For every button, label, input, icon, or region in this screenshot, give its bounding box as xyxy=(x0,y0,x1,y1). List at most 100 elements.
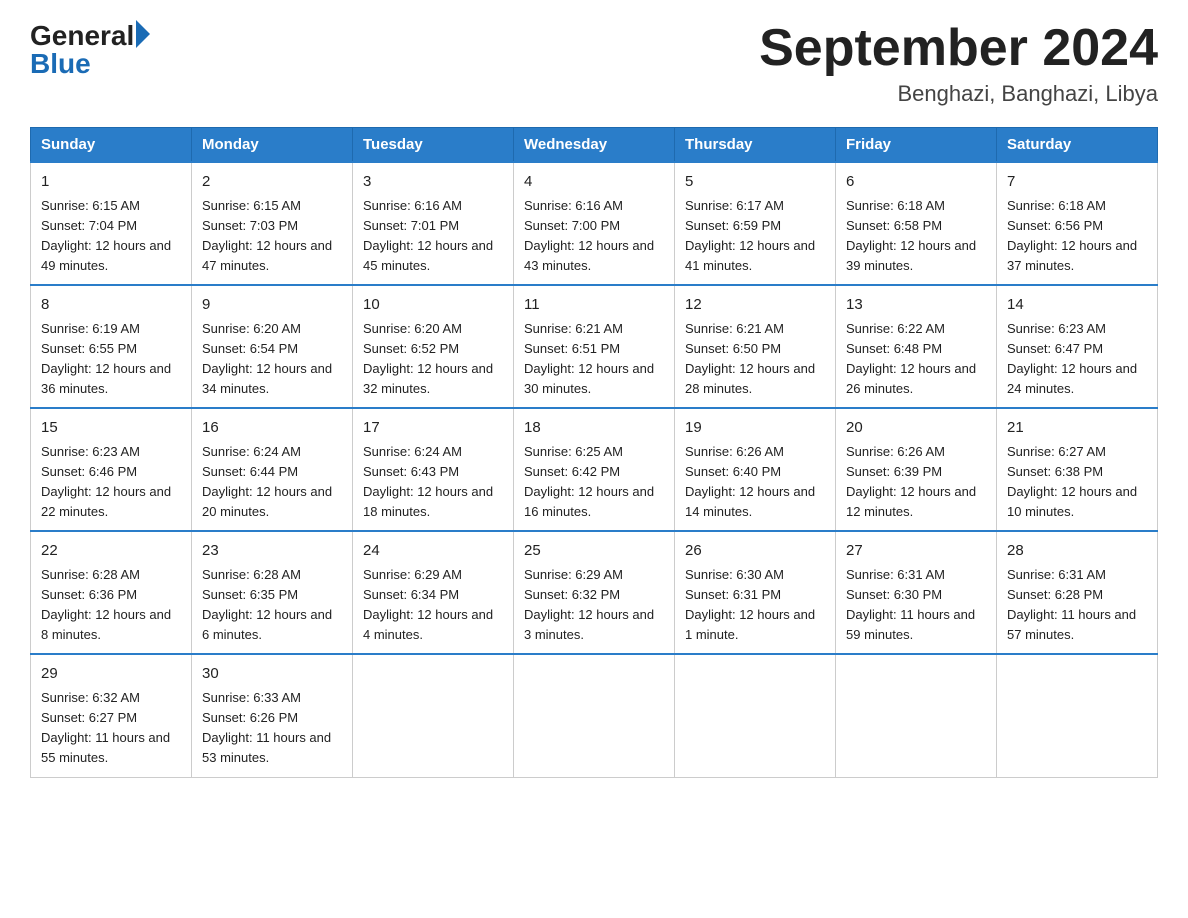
day-number: 9 xyxy=(202,294,342,317)
day-number: 24 xyxy=(363,540,503,563)
calendar-cell: 17 Sunrise: 6:24 AMSunset: 6:43 PMDayligh… xyxy=(353,408,514,531)
day-info: Sunrise: 6:23 AMSunset: 6:46 PMDaylight:… xyxy=(41,444,171,519)
day-number: 15 xyxy=(41,417,181,440)
day-number: 6 xyxy=(846,171,986,194)
calendar-cell xyxy=(836,654,997,777)
day-info: Sunrise: 6:16 AMSunset: 7:00 PMDaylight:… xyxy=(524,198,654,273)
calendar-cell xyxy=(997,654,1158,777)
day-number: 21 xyxy=(1007,417,1147,440)
calendar-cell: 6 Sunrise: 6:18 AMSunset: 6:58 PMDaylight… xyxy=(836,162,997,285)
calendar-cell xyxy=(353,654,514,777)
day-info: Sunrise: 6:20 AMSunset: 6:52 PMDaylight:… xyxy=(363,321,493,396)
day-info: Sunrise: 6:28 AMSunset: 6:36 PMDaylight:… xyxy=(41,567,171,642)
month-title: September 2024 xyxy=(759,20,1158,77)
calendar-cell: 12 Sunrise: 6:21 AMSunset: 6:50 PMDayligh… xyxy=(675,285,836,408)
day-number: 2 xyxy=(202,171,342,194)
calendar-cell: 5 Sunrise: 6:17 AMSunset: 6:59 PMDaylight… xyxy=(675,162,836,285)
calendar-cell: 30 Sunrise: 6:33 AMSunset: 6:26 PMDayligh… xyxy=(192,654,353,777)
calendar-table: SundayMondayTuesdayWednesdayThursdayFrid… xyxy=(30,127,1158,777)
calendar-cell: 1 Sunrise: 6:15 AMSunset: 7:04 PMDaylight… xyxy=(31,162,192,285)
day-info: Sunrise: 6:16 AMSunset: 7:01 PMDaylight:… xyxy=(363,198,493,273)
week-row-4: 22 Sunrise: 6:28 AMSunset: 6:36 PMDayligh… xyxy=(31,531,1158,654)
day-number: 22 xyxy=(41,540,181,563)
day-info: Sunrise: 6:21 AMSunset: 6:51 PMDaylight:… xyxy=(524,321,654,396)
header-row: SundayMondayTuesdayWednesdayThursdayFrid… xyxy=(31,128,1158,163)
calendar-cell: 26 Sunrise: 6:30 AMSunset: 6:31 PMDayligh… xyxy=(675,531,836,654)
day-number: 25 xyxy=(524,540,664,563)
day-info: Sunrise: 6:21 AMSunset: 6:50 PMDaylight:… xyxy=(685,321,815,396)
day-number: 4 xyxy=(524,171,664,194)
calendar-cell: 18 Sunrise: 6:25 AMSunset: 6:42 PMDayligh… xyxy=(514,408,675,531)
day-info: Sunrise: 6:26 AMSunset: 6:40 PMDaylight:… xyxy=(685,444,815,519)
day-info: Sunrise: 6:23 AMSunset: 6:47 PMDaylight:… xyxy=(1007,321,1137,396)
day-number: 18 xyxy=(524,417,664,440)
day-number: 8 xyxy=(41,294,181,317)
calendar-cell: 9 Sunrise: 6:20 AMSunset: 6:54 PMDaylight… xyxy=(192,285,353,408)
day-number: 17 xyxy=(363,417,503,440)
header-friday: Friday xyxy=(836,128,997,163)
calendar-cell: 4 Sunrise: 6:16 AMSunset: 7:00 PMDaylight… xyxy=(514,162,675,285)
day-number: 13 xyxy=(846,294,986,317)
day-number: 10 xyxy=(363,294,503,317)
day-info: Sunrise: 6:29 AMSunset: 6:32 PMDaylight:… xyxy=(524,567,654,642)
day-info: Sunrise: 6:27 AMSunset: 6:38 PMDaylight:… xyxy=(1007,444,1137,519)
calendar-cell: 8 Sunrise: 6:19 AMSunset: 6:55 PMDaylight… xyxy=(31,285,192,408)
header-monday: Monday xyxy=(192,128,353,163)
title-block: September 2024 Benghazi, Banghazi, Libya xyxy=(759,20,1158,107)
calendar-cell: 14 Sunrise: 6:23 AMSunset: 6:47 PMDayligh… xyxy=(997,285,1158,408)
calendar-cell: 7Sunrise: 6:18 AMSunset: 6:56 PMDaylight… xyxy=(997,162,1158,285)
calendar-cell: 24Sunrise: 6:29 AMSunset: 6:34 PMDayligh… xyxy=(353,531,514,654)
calendar-cell: 29 Sunrise: 6:32 AMSunset: 6:27 PMDayligh… xyxy=(31,654,192,777)
day-info: Sunrise: 6:31 AMSunset: 6:28 PMDaylight:… xyxy=(1007,567,1136,642)
day-number: 3 xyxy=(363,171,503,194)
day-number: 26 xyxy=(685,540,825,563)
header-thursday: Thursday xyxy=(675,128,836,163)
header-saturday: Saturday xyxy=(997,128,1158,163)
header-wednesday: Wednesday xyxy=(514,128,675,163)
day-number: 12 xyxy=(685,294,825,317)
header-sunday: Sunday xyxy=(31,128,192,163)
day-info: Sunrise: 6:33 AMSunset: 6:26 PMDaylight:… xyxy=(202,690,331,765)
page-header: General Blue September 2024 Benghazi, Ba… xyxy=(30,20,1158,107)
calendar-cell: 3 Sunrise: 6:16 AMSunset: 7:01 PMDaylight… xyxy=(353,162,514,285)
day-info: Sunrise: 6:26 AMSunset: 6:39 PMDaylight:… xyxy=(846,444,976,519)
day-number: 30 xyxy=(202,663,342,686)
day-number: 20 xyxy=(846,417,986,440)
day-info: Sunrise: 6:18 AMSunset: 6:58 PMDaylight:… xyxy=(846,198,976,273)
day-info: Sunrise: 6:19 AMSunset: 6:55 PMDaylight:… xyxy=(41,321,171,396)
day-number: 19 xyxy=(685,417,825,440)
calendar-cell: 16Sunrise: 6:24 AMSunset: 6:44 PMDayligh… xyxy=(192,408,353,531)
day-info: Sunrise: 6:30 AMSunset: 6:31 PMDaylight:… xyxy=(685,567,815,642)
location: Benghazi, Banghazi, Libya xyxy=(759,81,1158,107)
day-number: 11 xyxy=(524,294,664,317)
day-info: Sunrise: 6:28 AMSunset: 6:35 PMDaylight:… xyxy=(202,567,332,642)
day-info: Sunrise: 6:24 AMSunset: 6:44 PMDaylight:… xyxy=(202,444,332,519)
calendar-cell: 19 Sunrise: 6:26 AMSunset: 6:40 PMDayligh… xyxy=(675,408,836,531)
logo-blue: Blue xyxy=(30,48,91,79)
calendar-cell xyxy=(675,654,836,777)
day-number: 29 xyxy=(41,663,181,686)
day-info: Sunrise: 6:20 AMSunset: 6:54 PMDaylight:… xyxy=(202,321,332,396)
day-info: Sunrise: 6:25 AMSunset: 6:42 PMDaylight:… xyxy=(524,444,654,519)
day-number: 28 xyxy=(1007,540,1147,563)
day-number: 5 xyxy=(685,171,825,194)
day-info: Sunrise: 6:18 AMSunset: 6:56 PMDaylight:… xyxy=(1007,198,1137,273)
calendar-cell: 22 Sunrise: 6:28 AMSunset: 6:36 PMDayligh… xyxy=(31,531,192,654)
logo-triangle-icon xyxy=(136,20,150,48)
calendar-cell: 11 Sunrise: 6:21 AMSunset: 6:51 PMDayligh… xyxy=(514,285,675,408)
calendar-cell: 13 Sunrise: 6:22 AMSunset: 6:48 PMDayligh… xyxy=(836,285,997,408)
calendar-cell: 2Sunrise: 6:15 AMSunset: 7:03 PMDaylight… xyxy=(192,162,353,285)
calendar-cell: 28 Sunrise: 6:31 AMSunset: 6:28 PMDayligh… xyxy=(997,531,1158,654)
header-tuesday: Tuesday xyxy=(353,128,514,163)
day-info: Sunrise: 6:32 AMSunset: 6:27 PMDaylight:… xyxy=(41,690,170,765)
day-info: Sunrise: 6:22 AMSunset: 6:48 PMDaylight:… xyxy=(846,321,976,396)
day-info: Sunrise: 6:15 AMSunset: 7:04 PMDaylight:… xyxy=(41,198,171,273)
day-info: Sunrise: 6:17 AMSunset: 6:59 PMDaylight:… xyxy=(685,198,815,273)
day-number: 1 xyxy=(41,171,181,194)
week-row-5: 29 Sunrise: 6:32 AMSunset: 6:27 PMDayligh… xyxy=(31,654,1158,777)
week-row-3: 15 Sunrise: 6:23 AMSunset: 6:46 PMDayligh… xyxy=(31,408,1158,531)
day-info: Sunrise: 6:24 AMSunset: 6:43 PMDaylight:… xyxy=(363,444,493,519)
calendar-cell: 20 Sunrise: 6:26 AMSunset: 6:39 PMDayligh… xyxy=(836,408,997,531)
day-number: 14 xyxy=(1007,294,1147,317)
calendar-cell: 10 Sunrise: 6:20 AMSunset: 6:52 PMDayligh… xyxy=(353,285,514,408)
